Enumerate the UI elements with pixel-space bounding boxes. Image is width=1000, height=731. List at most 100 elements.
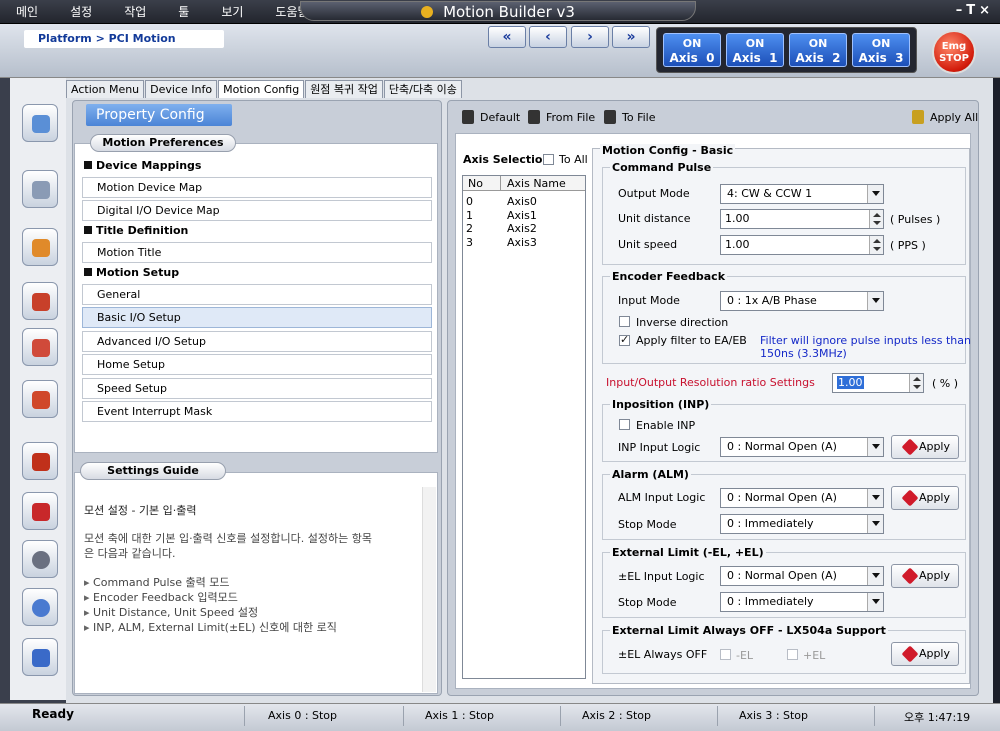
input-mode-select[interactable]: 0 : 1x A/B Phase	[720, 291, 884, 311]
list-item[interactable]: 0 Axis0	[466, 195, 537, 208]
item-motion-device-map[interactable]: Motion Device Map	[82, 177, 432, 198]
el-off-apply-button[interactable]: Apply	[891, 642, 959, 666]
item-home-setup[interactable]: Home Setup	[82, 354, 432, 375]
rail-motion-button[interactable]	[22, 104, 58, 142]
menu-main[interactable]: 메인	[0, 0, 54, 24]
guide-scrollbar[interactable]	[422, 487, 436, 692]
input-mode-label: Input Mode	[618, 294, 680, 307]
apply-filter-checkbox[interactable]	[619, 333, 630, 346]
chevron-down-icon	[867, 438, 883, 456]
io-icon	[32, 293, 50, 311]
rail-user-button[interactable]	[22, 588, 58, 626]
pulse-icon	[32, 453, 50, 471]
property-config-title: Property Config	[86, 104, 232, 126]
item-speed-setup[interactable]: Speed Setup	[82, 378, 432, 399]
minus-el-checkbox[interactable]	[720, 649, 731, 660]
user-icon	[32, 599, 50, 617]
section-device-mappings: Device Mappings	[82, 157, 432, 174]
emergency-stop-button[interactable]: Emg STOP	[932, 30, 976, 74]
chevron-down-icon	[867, 593, 883, 611]
output-mode-select[interactable]: 4: CW & CCW 1	[720, 184, 884, 204]
inp-apply-button[interactable]: Apply	[891, 435, 959, 459]
output-mode-label: Output Mode	[618, 187, 690, 200]
item-digital-io-device-map[interactable]: Digital I/O Device Map	[82, 200, 432, 221]
item-event-interrupt-mask[interactable]: Event Interrupt Mask	[82, 401, 432, 422]
inverse-direction-checkbox[interactable]	[619, 316, 630, 327]
last-button[interactable]: »	[612, 26, 650, 48]
plus-el-checkbox[interactable]	[787, 649, 798, 660]
default-button[interactable]: Default	[462, 110, 520, 125]
first-button[interactable]: «	[488, 26, 526, 48]
tab-action-menu[interactable]: Action Menu	[66, 80, 145, 98]
rail-tools-button[interactable]	[22, 170, 58, 208]
unit-distance-input[interactable]: 1.00	[720, 209, 884, 229]
prev-button[interactable]: ‹	[529, 26, 567, 48]
rail-speed-button[interactable]	[22, 380, 58, 418]
axis-selection-title: Axis Selection	[463, 153, 551, 166]
to-all-checkbox[interactable]	[543, 154, 554, 165]
rail-edit-button[interactable]	[22, 328, 58, 366]
tab-home-return[interactable]: 원점 복귀 작업	[305, 80, 383, 98]
axis-list	[462, 175, 586, 679]
axis-1-button[interactable]: ON Axis 1	[726, 33, 784, 67]
menu-bar: 메인 설정 작업 툴 보기 도움말	[0, 0, 325, 24]
item-general[interactable]: General	[82, 284, 432, 305]
column-no: No	[468, 177, 483, 190]
folder-icon	[528, 110, 540, 124]
rail-signal-button[interactable]	[22, 492, 58, 530]
resolution-ratio-input[interactable]: 1.00	[832, 373, 924, 393]
status-divider	[717, 706, 718, 726]
menu-work[interactable]: 작업	[108, 0, 162, 24]
column-divider	[500, 176, 501, 191]
resolution-ratio-label: Input/Output Resolution ratio Settings	[606, 376, 815, 389]
apply-icon	[901, 567, 919, 585]
spinner-icon[interactable]	[909, 374, 923, 392]
menu-tools[interactable]: 툴	[162, 0, 205, 24]
tab-single-multi-axis[interactable]: 단축/다축 이송	[383, 80, 462, 98]
list-item[interactable]: 3 Axis3	[466, 236, 537, 249]
sync-icon	[32, 649, 50, 667]
app-window: 메인 설정 작업 툴 보기 도움말 Motion Builder v3 –T× …	[0, 0, 1000, 731]
spinner-icon[interactable]	[869, 236, 883, 254]
motion-icon	[32, 115, 50, 133]
el-input-logic-select[interactable]: 0 : Normal Open (A)	[720, 566, 884, 586]
spinner-icon[interactable]	[869, 210, 883, 228]
menu-settings[interactable]: 설정	[54, 0, 108, 24]
edit-icon	[32, 339, 50, 357]
item-advanced-io-setup[interactable]: Advanced I/O Setup	[82, 331, 432, 352]
alm-stop-mode-label: Stop Mode	[618, 518, 677, 531]
rail-home-button[interactable]	[22, 228, 58, 266]
el-stop-mode-select[interactable]: 0 : Immediately	[720, 592, 884, 612]
chevron-down-icon	[867, 515, 883, 533]
guide-description-line2: 은 다음과 같습니다.	[84, 547, 176, 560]
list-item[interactable]: 1 Axis1	[466, 209, 537, 222]
next-button[interactable]: ›	[571, 26, 609, 48]
apply-all-button[interactable]: Apply All	[912, 110, 978, 125]
list-item[interactable]: 2 Axis2	[466, 222, 537, 235]
axis-status-panel: ON Axis 0 ON Axis 1 ON Axis 2 ON Axis 3	[656, 27, 917, 73]
rail-io-button[interactable]	[22, 282, 58, 320]
alm-stop-mode-select[interactable]: 0 : Immediately	[720, 514, 884, 534]
rail-sync-button[interactable]	[22, 638, 58, 676]
item-motion-title[interactable]: Motion Title	[82, 242, 432, 263]
window-controls[interactable]: –T×	[956, 3, 994, 18]
axis-2-button[interactable]: ON Axis 2	[789, 33, 847, 67]
enable-inp-checkbox[interactable]	[619, 419, 630, 430]
window-title: Motion Builder v3	[300, 1, 696, 21]
el-apply-button[interactable]: Apply	[891, 564, 959, 588]
tab-motion-config[interactable]: Motion Config	[218, 80, 305, 98]
axis-0-button[interactable]: ON Axis 0	[663, 33, 721, 67]
rail-gear-button[interactable]	[22, 540, 58, 578]
window-edge	[993, 78, 1000, 703]
from-file-button[interactable]: From File	[528, 110, 595, 125]
inp-input-logic-select[interactable]: 0 : Normal Open (A)	[720, 437, 884, 457]
tab-device-info[interactable]: Device Info	[145, 80, 218, 98]
alm-input-logic-select[interactable]: 0 : Normal Open (A)	[720, 488, 884, 508]
axis-3-button[interactable]: ON Axis 3	[852, 33, 910, 67]
to-file-button[interactable]: To File	[604, 110, 655, 125]
alm-apply-button[interactable]: Apply	[891, 486, 959, 510]
menu-view[interactable]: 보기	[205, 0, 259, 24]
unit-speed-input[interactable]: 1.00	[720, 235, 884, 255]
rail-pulse-button[interactable]	[22, 442, 58, 480]
item-basic-io-setup[interactable]: Basic I/O Setup	[82, 307, 432, 328]
